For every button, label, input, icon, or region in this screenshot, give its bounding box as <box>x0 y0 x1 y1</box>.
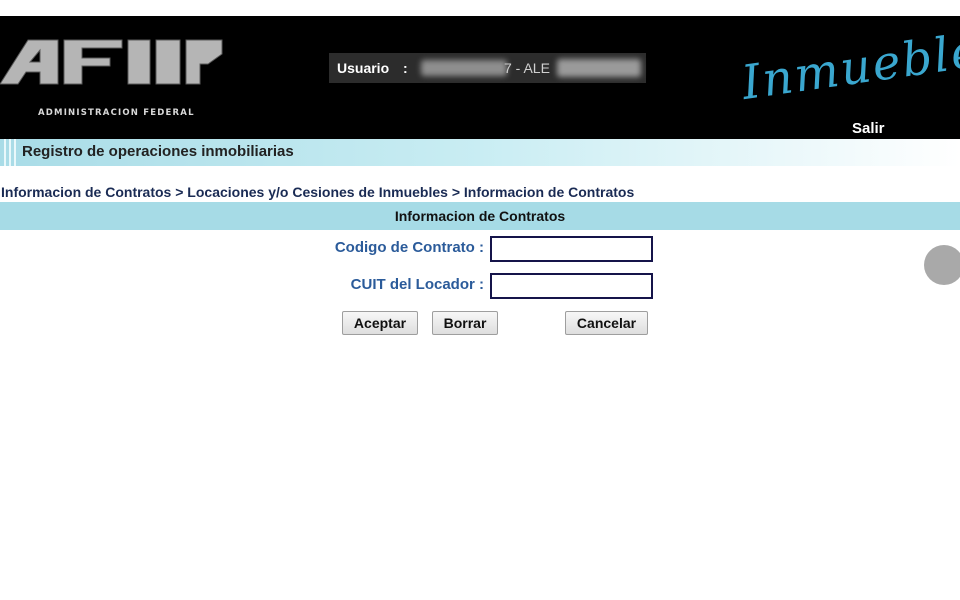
clear-button[interactable]: Borrar <box>432 311 498 335</box>
redacted-user-name <box>557 59 641 77</box>
afip-logo: ADMINISTRACION FEDERAL <box>0 36 225 118</box>
subheader-bar: Registro de operaciones inmobiliarias <box>0 139 960 166</box>
floating-scroll-button[interactable] <box>924 245 960 285</box>
logo-subtitle: ADMINISTRACION FEDERAL <box>38 108 195 118</box>
section-title: Informacion de Contratos <box>0 202 960 230</box>
user-label: Usuario <box>337 60 390 76</box>
subheader-stripes <box>0 139 20 166</box>
subheader-title: Registro de operaciones inmobiliarias <box>22 143 294 160</box>
cuit-input[interactable] <box>490 273 653 299</box>
user-separator: : <box>403 60 408 76</box>
user-value: 7 - ALE <box>504 60 550 76</box>
cuit-label: CUIT del Locador : <box>350 276 484 293</box>
cancel-button[interactable]: Cancelar <box>565 311 648 335</box>
breadcrumb: Informacion de Contratos > Locaciones y/… <box>1 184 635 200</box>
brand-title: Inmuebles <box>738 19 960 111</box>
redacted-user-id <box>421 60 507 76</box>
contract-code-label: Codigo de Contrato : <box>334 239 484 256</box>
accept-button[interactable]: Aceptar <box>342 311 418 335</box>
contract-code-input[interactable] <box>490 236 653 262</box>
logout-link[interactable]: Salir <box>852 120 885 137</box>
site-header: ADMINISTRACION FEDERAL Usuario : 7 - ALE… <box>0 16 960 139</box>
user-info: Usuario : 7 - ALE <box>329 53 646 83</box>
